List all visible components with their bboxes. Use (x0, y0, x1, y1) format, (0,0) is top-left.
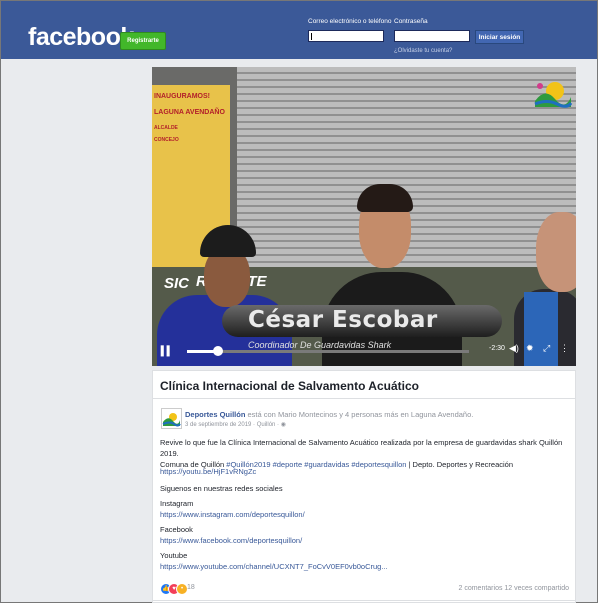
seek-handle[interactable] (213, 346, 223, 356)
channel-watermark-logo (534, 82, 573, 108)
lower-third-name: César Escobar (248, 307, 438, 333)
post-author-rest: está con Mario Montecinos y 4 personas m… (245, 410, 474, 419)
page-name-link[interactable]: Deportes Quillón (185, 410, 245, 419)
text-caret (311, 33, 312, 40)
post-author-line: Deportes Quillón está con Mario Montecin… (185, 410, 473, 419)
page-logo-icon (162, 413, 181, 427)
divider (153, 600, 575, 601)
fullscreen-icon[interactable]: ⤢ (543, 343, 550, 354)
post-body-line1: Revive lo que fue la Clínica Internacion… (160, 438, 563, 458)
post-meta: 3 de septiembre de 2019 · Quillón · ◉ (185, 421, 286, 428)
sign-line: CONCEJO (154, 137, 179, 143)
password-field[interactable] (394, 30, 470, 42)
login-button[interactable]: Iniciar sesión (475, 30, 524, 44)
facebook-link[interactable]: https://www.facebook.com/deportesquillon… (160, 535, 570, 546)
person-right-head (536, 212, 576, 292)
seek-track[interactable] (187, 350, 469, 353)
comments-shares-count[interactable]: 2 comentarios 12 veces compartido (459, 585, 570, 592)
post-card: Clínica Internacional de Salvamento Acuá… (152, 370, 576, 603)
more-options-icon[interactable]: ⋮ (560, 343, 569, 354)
forgot-account-link[interactable]: ¿Olvidaste tu cuenta? (394, 48, 452, 54)
facebook-label: Facebook (160, 525, 193, 534)
youtube-link[interactable]: https://www.youtube.com/channel/UCXNT7_F… (160, 561, 570, 572)
youtube-short-link[interactable]: https://youtu.be/HjF1vRNgZc (160, 466, 570, 477)
globe-icon: ◉ (280, 422, 286, 428)
sign-line: LAGUNA AVENDAÑO (154, 109, 225, 116)
sign-line: ALCALDE (154, 125, 178, 131)
divider (153, 398, 575, 399)
person-right-vest (524, 292, 558, 366)
email-field[interactable] (308, 30, 384, 42)
instagram-label: Instagram (160, 499, 194, 508)
top-navigation-bar: facebook Registrarte Correo electrónico … (1, 1, 597, 59)
page-avatar[interactable] (161, 408, 182, 429)
video-player[interactable]: INAUGURAMOS! LAGUNA AVENDAÑO ALCALDE CON… (152, 67, 576, 366)
password-label: Contraseña (394, 18, 428, 25)
facebook-logo[interactable]: facebook (28, 23, 134, 52)
sign-line: INAUGURAMOS! (154, 93, 210, 100)
post-title[interactable]: Clínica Internacional de Salvamento Acuá… (160, 379, 419, 393)
youtube-label: Youtube (160, 551, 188, 560)
email-label: Correo electrónico o teléfono (308, 18, 392, 25)
gear-icon[interactable]: ✹ (526, 343, 534, 354)
pause-icon[interactable]: ▍▍ (161, 346, 174, 357)
post-date-location[interactable]: 3 de septiembre de 2019 · Quillón · (185, 422, 281, 428)
time-remaining: -2:30 (489, 345, 505, 352)
vest-text-left: SIC (164, 275, 190, 292)
volume-icon[interactable]: ◀) (509, 343, 519, 354)
reaction-count: 18 (187, 584, 195, 591)
register-button[interactable]: Registrarte (120, 32, 166, 50)
instagram-link[interactable]: https://www.instagram.com/deportesquillo… (160, 509, 570, 520)
lower-third-role: Coordinador De Guardavidas Shark (248, 340, 392, 350)
follow-text: Siguenos en nuestras redes sociales (160, 484, 283, 493)
